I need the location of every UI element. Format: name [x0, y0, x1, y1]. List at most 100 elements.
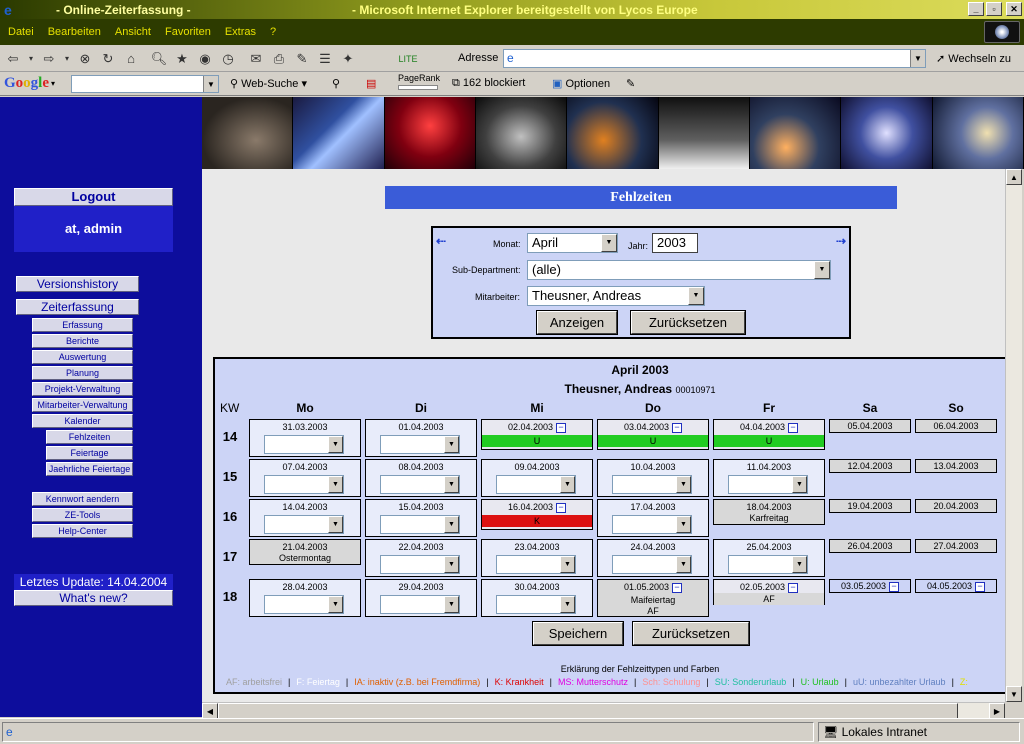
- absence-select[interactable]: ▼: [612, 515, 692, 534]
- refresh-icon[interactable]: ↻: [98, 50, 118, 68]
- nav-ze-tools[interactable]: ZE-Tools: [32, 508, 133, 522]
- scroll-right-icon[interactable]: ▶: [989, 703, 1005, 719]
- calendar-reset-button[interactable]: Zurücksetzen: [632, 621, 750, 646]
- search-icon[interactable]: 🔍︎: [149, 50, 169, 68]
- websearch-label: Web-Suche: [241, 78, 299, 90]
- google-search-dropdown-icon[interactable]: ▼: [203, 76, 218, 92]
- remove-icon[interactable]: −: [788, 422, 799, 433]
- forward-icon[interactable]: ⇨: [39, 50, 59, 68]
- nav-berichte[interactable]: Berichte: [32, 334, 133, 348]
- nav-kennwort-aendern[interactable]: Kennwort aendern: [32, 492, 133, 506]
- news-icon[interactable]: ▤: [366, 77, 376, 90]
- remove-icon[interactable]: −: [672, 582, 683, 593]
- absence-select[interactable]: ▼: [264, 475, 344, 494]
- monat-select[interactable]: April ▼: [527, 233, 618, 253]
- websearch-button[interactable]: ⚲ Web-Suche ▾: [230, 77, 307, 90]
- stop-icon[interactable]: ⊗: [75, 50, 95, 68]
- absence-select[interactable]: ▼: [264, 515, 344, 534]
- absence-select[interactable]: ▼: [496, 475, 576, 494]
- zeiterfassung-link[interactable]: Zeiterfassung: [16, 299, 139, 315]
- scroll-down-icon[interactable]: ▼: [1006, 686, 1022, 702]
- scroll-left-icon[interactable]: ◀: [202, 703, 218, 719]
- history-icon[interactable]: ◷: [218, 50, 238, 68]
- nav-projekt-verwaltung[interactable]: Projekt-Verwaltung: [32, 382, 133, 396]
- nav-auswertung[interactable]: Auswertung: [32, 350, 133, 364]
- horizontal-scrollbar[interactable]: ◀ ▶: [202, 702, 1005, 719]
- absence-select[interactable]: ▼: [612, 475, 692, 494]
- absence-select[interactable]: ▼: [264, 595, 344, 614]
- options-button[interactable]: ▣ Optionen: [552, 77, 610, 90]
- logout-button[interactable]: Logout: [14, 188, 173, 206]
- address-dropdown-icon[interactable]: ▼: [910, 50, 925, 67]
- menu-bearbeiten[interactable]: Bearbeiten: [48, 26, 101, 38]
- minimize-button[interactable]: _: [968, 2, 984, 16]
- highlight-icon[interactable]: ⚲: [332, 77, 340, 90]
- absence-select[interactable]: ▼: [496, 595, 576, 614]
- absence-select[interactable]: ▼: [380, 475, 460, 494]
- absence-select[interactable]: ▼: [728, 555, 808, 574]
- nav-planung[interactable]: Planung: [32, 366, 133, 380]
- menu-favoriten[interactable]: Favoriten: [165, 26, 211, 38]
- menu-ansicht[interactable]: Ansicht: [115, 26, 151, 38]
- anzeigen-button[interactable]: Anzeigen: [536, 310, 618, 335]
- jahr-input[interactable]: 2003: [652, 233, 698, 253]
- nav-help-center[interactable]: Help-Center: [32, 524, 133, 538]
- menu-extras[interactable]: Extras: [225, 26, 256, 38]
- nav-kalender[interactable]: Kalender: [32, 414, 133, 428]
- google-logo[interactable]: Google: [4, 75, 49, 92]
- nav-jaehrliche-feiertage[interactable]: Jaehrliche Feiertage: [46, 462, 133, 476]
- address-input[interactable]: e ▼: [503, 49, 926, 68]
- remove-icon[interactable]: −: [889, 581, 900, 592]
- scroll-up-icon[interactable]: ▲: [1006, 169, 1022, 185]
- nav-feiertage[interactable]: Feiertage: [46, 446, 133, 460]
- back-icon[interactable]: ⇦: [3, 50, 23, 68]
- menu-help[interactable]: ?: [270, 26, 276, 38]
- mitarbeiter-select[interactable]: Theusner, Andreas ▼: [527, 286, 705, 306]
- discuss-icon[interactable]: ☰: [315, 50, 335, 68]
- go-button[interactable]: ➚ Wechseln zu: [936, 52, 1011, 65]
- absence-select[interactable]: ▼: [380, 515, 460, 534]
- print-icon[interactable]: ⎙: [269, 50, 289, 68]
- menu-datei[interactable]: Datei: [8, 26, 34, 38]
- messenger-icon[interactable]: ✦: [338, 50, 358, 68]
- media-icon[interactable]: ◉: [195, 50, 215, 68]
- absence-select[interactable]: ▼: [380, 435, 460, 454]
- remove-icon[interactable]: −: [556, 422, 567, 433]
- nav-mitarbeiter-verwaltung[interactable]: Mitarbeiter-Verwaltung: [32, 398, 133, 412]
- absence-select[interactable]: ▼: [612, 555, 692, 574]
- chevron-down-icon: ▼: [676, 556, 691, 573]
- scroll-thumb[interactable]: [218, 703, 958, 719]
- next-month-icon[interactable]: ⇢: [836, 234, 846, 248]
- filter-reset-button[interactable]: Zurücksetzen: [630, 310, 746, 335]
- favorites-icon[interactable]: ★: [172, 50, 192, 68]
- dropdown-icon[interactable]: ▾: [26, 50, 36, 68]
- versionshistory-link[interactable]: Versionshistory: [16, 276, 139, 292]
- absence-select[interactable]: ▼: [496, 555, 576, 574]
- google-dropdown-icon[interactable]: ▾: [51, 79, 55, 88]
- whats-new-link[interactable]: What's new?: [14, 590, 173, 606]
- vertical-scrollbar[interactable]: ▲ ▼: [1005, 169, 1022, 702]
- remove-icon[interactable]: −: [556, 502, 567, 513]
- remove-icon[interactable]: −: [788, 582, 799, 593]
- subdept-select[interactable]: (alle) ▼: [527, 260, 831, 280]
- popup-blocker[interactable]: ⧉ 162 blockiert: [452, 77, 525, 90]
- absence-select[interactable]: ▼: [380, 595, 460, 614]
- lite-icon[interactable]: LITE: [398, 50, 418, 68]
- absence-select[interactable]: ▼: [264, 435, 344, 454]
- absence-select[interactable]: ▼: [380, 555, 460, 574]
- pencil-icon[interactable]: ✎: [626, 77, 635, 90]
- nav-erfassung[interactable]: Erfassung: [32, 318, 133, 332]
- prev-month-icon[interactable]: ⇠: [436, 234, 446, 248]
- nav-fehlzeiten[interactable]: Fehlzeiten: [46, 430, 133, 444]
- remove-icon[interactable]: −: [672, 422, 683, 433]
- maximize-button[interactable]: ▫: [986, 2, 1002, 16]
- close-button[interactable]: ✕: [1006, 2, 1022, 16]
- remove-icon[interactable]: −: [975, 581, 986, 592]
- absence-select[interactable]: ▼: [728, 475, 808, 494]
- edit-icon[interactable]: ✎: [292, 50, 312, 68]
- home-icon[interactable]: ⌂: [121, 50, 141, 68]
- mail-icon[interactable]: ✉: [246, 50, 266, 68]
- dropdown-icon[interactable]: ▾: [62, 50, 72, 68]
- save-button[interactable]: Speichern: [532, 621, 624, 646]
- google-search-input[interactable]: ▼: [71, 75, 219, 93]
